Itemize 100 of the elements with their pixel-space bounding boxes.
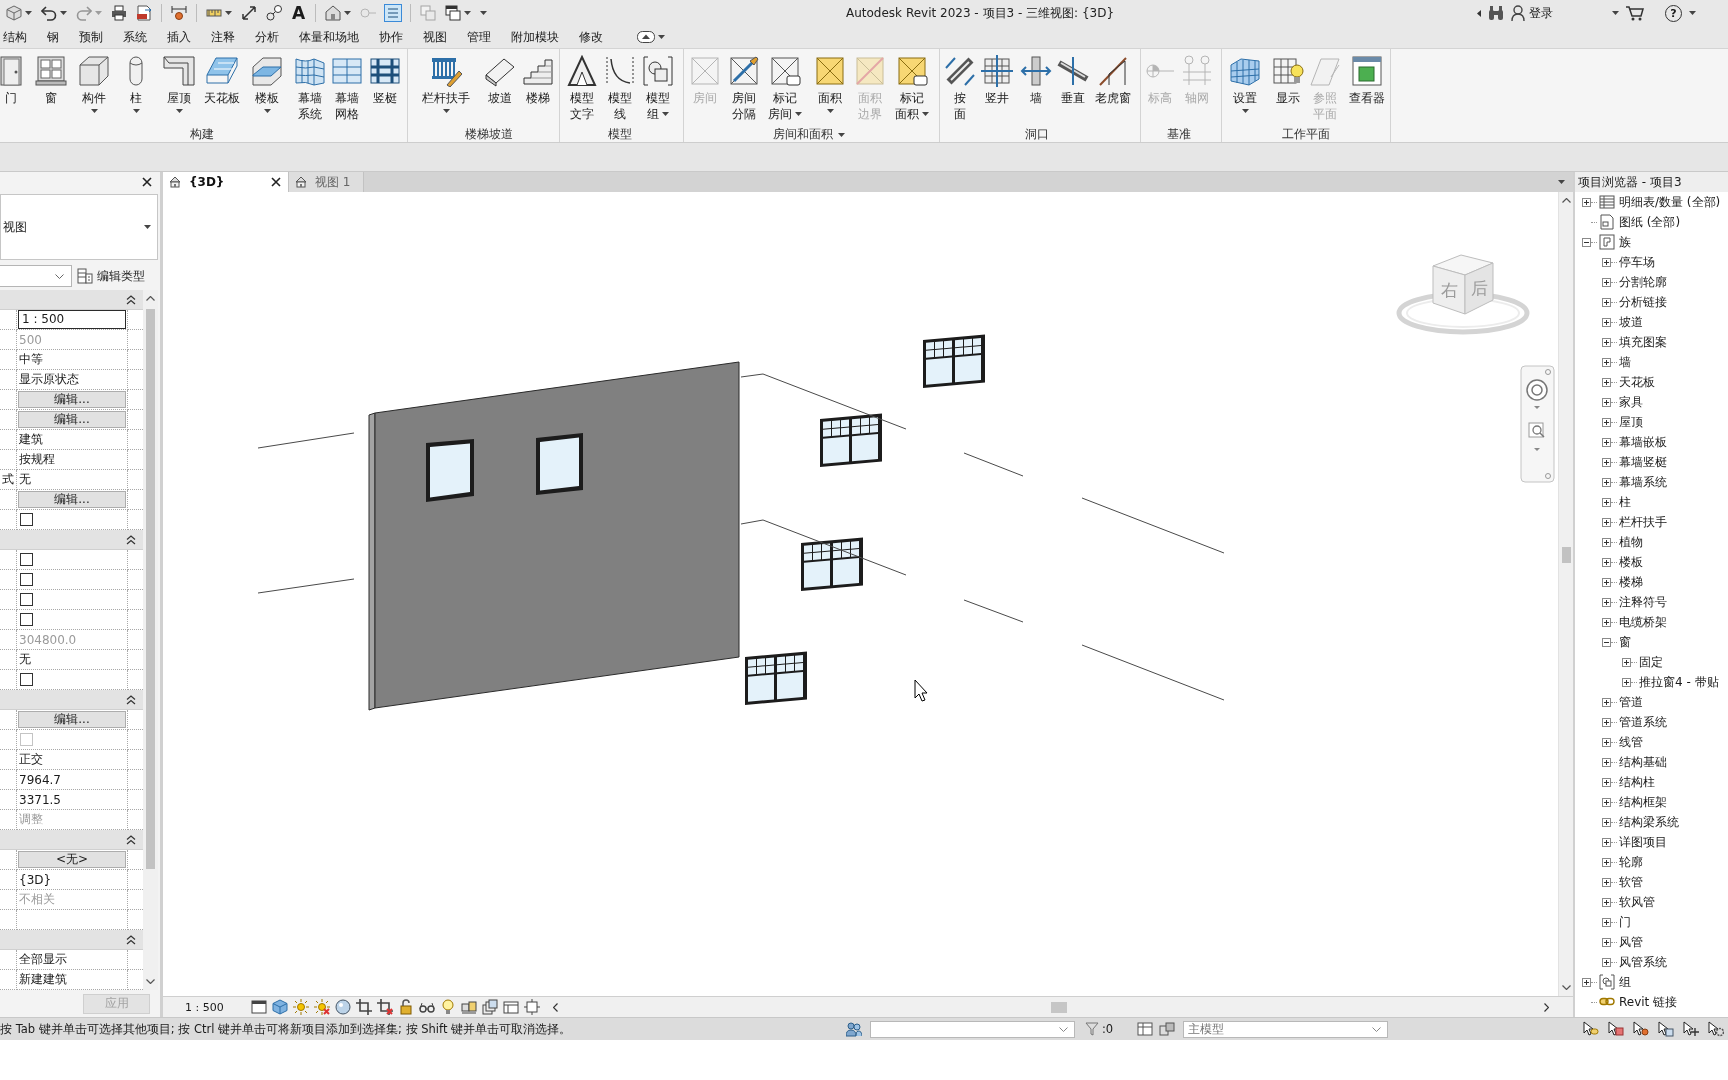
plus-box-icon[interactable] xyxy=(1602,337,1611,347)
caret-icon[interactable] xyxy=(826,109,834,113)
tree-item[interactable]: 柱 xyxy=(1619,493,1631,511)
room-separator-button[interactable]: 房间 分隔 xyxy=(726,55,762,127)
caret-icon[interactable] xyxy=(25,11,32,15)
caret-icon[interactable] xyxy=(1612,11,1619,15)
frame-icon[interactable] xyxy=(503,999,519,1015)
property-button[interactable]: 编辑... xyxy=(18,711,126,728)
tree-item[interactable]: 窗 xyxy=(1619,633,1631,651)
checkbox[interactable] xyxy=(20,513,33,526)
cart-icon[interactable] xyxy=(1626,5,1644,21)
boxes-icon[interactable] xyxy=(1159,1021,1176,1037)
tag-area-button[interactable]: 标记 面积 xyxy=(894,55,930,127)
plus-box-icon[interactable] xyxy=(1602,597,1611,607)
wall-opening-button[interactable]: 墙 xyxy=(1018,55,1054,127)
plus-box-icon[interactable] xyxy=(1602,277,1611,287)
checkbox[interactable] xyxy=(20,613,33,626)
tree-item[interactable]: 管道系统 xyxy=(1619,713,1667,731)
caret-icon[interactable] xyxy=(225,11,232,15)
chevron-down-icon[interactable] xyxy=(1059,1026,1068,1032)
double-chevron-icon[interactable] xyxy=(126,934,136,945)
plus-box-icon[interactable] xyxy=(1602,397,1611,407)
table-icon[interactable] xyxy=(1137,1021,1154,1037)
caret-icon[interactable] xyxy=(464,11,472,15)
ribbon-tab[interactable]: 管理 xyxy=(457,26,501,48)
caret-icon[interactable] xyxy=(144,225,151,229)
scroll-thumb[interactable] xyxy=(1561,547,1571,563)
binoculars-icon[interactable] xyxy=(1488,5,1504,21)
plus-box-icon[interactable] xyxy=(1602,437,1611,447)
file-export-icon[interactable] xyxy=(136,5,152,21)
checkbox[interactable] xyxy=(20,593,33,606)
tree-item[interactable]: 图纸 (全部) xyxy=(1619,213,1681,231)
plus-box-icon[interactable] xyxy=(1602,477,1611,487)
close-icon[interactable] xyxy=(271,177,281,187)
bulb-icon[interactable] xyxy=(440,999,456,1015)
plus-box-icon[interactable] xyxy=(1602,837,1611,847)
plus-box-icon[interactable] xyxy=(1602,697,1611,707)
scroll-thumb[interactable] xyxy=(146,309,155,869)
area-button[interactable]: 面积 xyxy=(812,55,848,127)
tree-item[interactable]: 电缆桥架 xyxy=(1619,613,1667,631)
model-dropdown[interactable]: 主模型 xyxy=(1183,1020,1389,1038)
curtain-system-button[interactable]: 幕墙 系统 xyxy=(292,55,328,127)
sun-icon[interactable] xyxy=(293,999,309,1015)
checkbox[interactable] xyxy=(20,553,33,566)
stair-button[interactable]: 楼梯 xyxy=(520,55,556,127)
curtain-grid-button[interactable]: 幕墙 网格 xyxy=(329,55,365,127)
tree-item[interactable]: 幕墙系统 xyxy=(1619,473,1667,491)
tree-item[interactable]: 软管 xyxy=(1619,873,1643,891)
boxes-icon[interactable] xyxy=(461,999,477,1015)
caret-icon[interactable] xyxy=(1558,180,1565,184)
cursor-gear-icon[interactable] xyxy=(1708,1021,1724,1037)
minus-box-icon[interactable] xyxy=(1602,637,1611,647)
tree-item[interactable]: 结构基础 xyxy=(1619,753,1667,771)
model-group-button[interactable]: 模型 组 xyxy=(640,55,676,127)
tree-item[interactable]: 屋顶 xyxy=(1619,413,1643,431)
cursor-box-icon[interactable] xyxy=(1658,1021,1674,1037)
dropdown-field[interactable] xyxy=(0,265,72,287)
property-button[interactable]: <无> xyxy=(18,851,126,868)
ceiling-button[interactable]: 天花板 xyxy=(204,55,240,127)
input-field[interactable]: 1 : 500 xyxy=(18,310,126,329)
arrow-down-icon[interactable] xyxy=(1561,985,1571,990)
plus-box-icon[interactable] xyxy=(1602,257,1611,267)
steering-wheel-icon[interactable] xyxy=(1526,379,1548,401)
tree-item[interactable]: 楼梯 xyxy=(1619,573,1643,591)
plus-box-icon[interactable] xyxy=(1602,417,1611,427)
house-icon[interactable] xyxy=(325,5,342,21)
tree-item[interactable]: 坡道 xyxy=(1619,313,1643,331)
plus-box-icon[interactable] xyxy=(1602,557,1611,567)
tree-item[interactable]: 楼板 xyxy=(1619,553,1643,571)
text-tool-button[interactable]: A xyxy=(291,4,307,22)
tree-item[interactable]: 管道 xyxy=(1619,693,1643,711)
arrow-down-icon[interactable] xyxy=(146,979,155,984)
caret-icon[interactable] xyxy=(922,112,929,116)
stack-icon[interactable] xyxy=(482,999,498,1015)
cursor-layers-icon[interactable] xyxy=(1608,1021,1624,1037)
plus-box-icon[interactable] xyxy=(1602,937,1611,947)
type-selector[interactable]: 视图 xyxy=(0,194,158,260)
caret-icon[interactable] xyxy=(837,132,845,137)
people-icon[interactable] xyxy=(846,1021,862,1037)
arrow-up-icon[interactable] xyxy=(1561,198,1571,203)
cursor-chain-icon[interactable] xyxy=(1583,1021,1599,1037)
roof-button[interactable]: 屋顶 xyxy=(161,55,197,127)
model-line-button[interactable]: 模型 线 xyxy=(602,55,638,127)
double-chevron-icon[interactable] xyxy=(126,294,136,305)
plus-box-icon[interactable] xyxy=(1602,877,1611,887)
ribbon-tab[interactable]: 注释 xyxy=(201,26,245,48)
plus-box-icon[interactable] xyxy=(1602,517,1611,527)
tree-item[interactable]: 线管 xyxy=(1619,733,1643,751)
printer-icon[interactable] xyxy=(111,5,127,21)
tree-item[interactable]: 明细表/数量 (全部) xyxy=(1619,193,1721,211)
tree-item[interactable]: 门 xyxy=(1619,913,1631,931)
plus-box-icon[interactable] xyxy=(1602,737,1611,747)
sphere-icon[interactable] xyxy=(335,999,351,1015)
close-icon[interactable] xyxy=(142,177,152,187)
caret-icon[interactable] xyxy=(263,109,271,113)
tree-item[interactable]: 结构框架 xyxy=(1619,793,1667,811)
tree-item[interactable]: 墙 xyxy=(1619,353,1631,371)
caret-icon[interactable] xyxy=(480,11,488,15)
floor-button[interactable]: 楼板 xyxy=(249,55,285,127)
tree-item[interactable]: 栏杆扶手 xyxy=(1619,513,1667,531)
